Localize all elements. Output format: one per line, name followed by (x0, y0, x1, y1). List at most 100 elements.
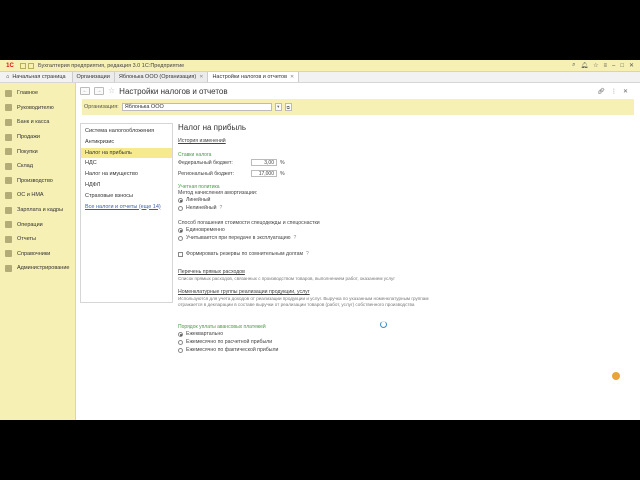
reserves-checkbox-row[interactable]: Формировать резервы по сомнительным долг… (178, 250, 309, 258)
people-icon (5, 206, 12, 214)
cart-icon (5, 148, 12, 156)
history-link[interactable]: История изменений (178, 138, 226, 144)
sidebar-item-bank[interactable]: Банк и касса (0, 115, 75, 130)
radio-quarterly[interactable]: Ежеквартально (178, 330, 223, 338)
sidebar-item-catalogs[interactable]: Справочники (0, 247, 75, 262)
close-tab-icon[interactable]: ✕ (199, 74, 203, 80)
open-icon[interactable]: ⧉ (284, 103, 292, 111)
radio-button[interactable] (178, 227, 183, 233)
sidebar-item-salary[interactable]: Зарплата и кадры (0, 203, 75, 218)
organization-bar: Организация: Яблонька ООО ▾ ⧉ (82, 99, 634, 115)
radio-monthly-fact[interactable]: Ежемесячно по фактической прибыли (178, 346, 278, 354)
radio-nonlinear[interactable]: Нелинейный ? (178, 204, 222, 212)
sidebar-item-assets[interactable]: ОС и НМА (0, 188, 75, 203)
warehouse-icon (5, 162, 12, 170)
radio-button[interactable] (178, 197, 183, 203)
menu-dots-icon[interactable]: ≡ (603, 63, 607, 69)
form-header: ← → ☆ Настройки налогов и отчетов 🔗︎ ⋮ ✕ (76, 83, 640, 99)
sidebar-item-manager[interactable]: Руководителю (0, 101, 75, 116)
menu-icon (5, 89, 12, 97)
percent-label: % (280, 159, 285, 166)
nomenclature-desc: Используются для учета доходов от реализ… (178, 296, 429, 308)
search-icon[interactable]: ⌕ (572, 62, 575, 69)
radio-button[interactable] (178, 331, 183, 337)
favorite-star-icon[interactable]: ☆ (108, 87, 115, 95)
direct-costs-desc: Список прямых расходов, связанных с прои… (178, 276, 395, 281)
radio-button[interactable] (178, 347, 183, 353)
window-title: Бухгалтерия предприятия, редакция 3.0 1С… (38, 62, 185, 69)
tab-home[interactable]: ⌂ Начальная страница (0, 72, 73, 82)
sales-icon (5, 133, 12, 141)
link-icon[interactable]: 🔗︎ (597, 88, 605, 95)
reserves-checkbox[interactable] (178, 251, 183, 257)
list-item-profit-tax[interactable]: Налог на прибыль (81, 147, 172, 159)
reports-icon (5, 235, 12, 243)
history-icon[interactable] (28, 62, 34, 69)
tab-tax-settings[interactable]: Настройки налогов и отчетов ✕ (208, 72, 300, 82)
sidebar: Главное Руководителю Банк и касса Продаж… (0, 83, 76, 420)
help-icon[interactable]: ? (220, 205, 223, 211)
direct-costs-link[interactable]: Перечень прямых расходов (178, 269, 245, 275)
close-icon[interactable]: ✕ (629, 62, 634, 69)
rates-heading: Ставки налога (178, 152, 212, 158)
maximize-icon[interactable]: □ (620, 63, 624, 69)
regional-rate-input[interactable]: 17,000 (251, 170, 277, 177)
sidebar-item-reports[interactable]: Отчеты (0, 232, 75, 247)
chart-icon (5, 104, 12, 112)
federal-rate-input[interactable]: 3,00 (251, 159, 277, 166)
radio-once[interactable]: Единовременно (178, 226, 225, 234)
help-icon[interactable]: ? (306, 251, 309, 257)
list-item-insurance[interactable]: Страховые взносы (81, 191, 172, 202)
list-item-tax-system[interactable]: Система налогообложения (81, 126, 172, 137)
organization-label: Организация: (84, 104, 119, 110)
back-button[interactable]: ← (80, 87, 90, 95)
percent-label: % (280, 170, 285, 177)
list-item-vat[interactable]: НДС (81, 158, 172, 169)
radio-linear[interactable]: Линейный (178, 196, 210, 204)
dropdown-icon[interactable]: ▾ (274, 103, 282, 111)
operations-icon (5, 221, 12, 229)
nomenclature-link[interactable]: Номенклатурные группы реализации продукц… (178, 289, 310, 295)
title-bar: 1С Бухгалтерия предприятия, редакция 3.0… (0, 60, 640, 72)
sidebar-item-purchases[interactable]: Покупки (0, 144, 75, 159)
all-taxes-link[interactable]: Все налоги и отчеты (еще 14) (81, 202, 172, 213)
radio-at-use[interactable]: Учитывается при передаче в эксплуатацию … (178, 234, 296, 242)
loading-spinner-icon (380, 321, 387, 328)
gear-icon (5, 177, 12, 185)
list-item-ndfl[interactable]: НДФЛ (81, 180, 172, 191)
list-item-anticrisis[interactable]: Антикризис (81, 137, 172, 148)
regional-label: Региональный бюджет: (178, 170, 234, 177)
forward-button[interactable]: → (94, 87, 104, 95)
tabs-bar: ⌂ Начальная страница Организации Яблоньк… (0, 72, 640, 83)
radio-button[interactable] (178, 205, 183, 211)
tab-organization-card[interactable]: Яблонька ООО (Организация) ✕ (114, 72, 209, 82)
radio-monthly-calc[interactable]: Ежемесячно по расчетной прибыли (178, 338, 272, 346)
watermark-logo-icon (589, 363, 635, 409)
content-area: ← → ☆ Настройки налогов и отчетов 🔗︎ ⋮ ✕… (76, 83, 640, 420)
home-icon: ⌂ (6, 74, 10, 80)
list-item-property-tax[interactable]: Налог на имущество (81, 169, 172, 180)
radio-button[interactable] (178, 235, 183, 241)
star-icon[interactable]: ☆ (593, 62, 598, 69)
menu-icon[interactable] (20, 62, 26, 69)
page-title: Настройки налогов и отчетов (119, 86, 228, 96)
1c-logo: 1С (6, 62, 14, 69)
help-icon[interactable]: ? (294, 235, 297, 241)
more-icon[interactable]: ⋮ (611, 88, 617, 95)
organization-input[interactable]: Яблонька ООО (121, 103, 272, 111)
close-icon[interactable]: ✕ (623, 88, 628, 95)
bell-icon[interactable]: 🔔︎ (580, 62, 588, 69)
book-icon (5, 250, 12, 258)
close-tab-icon[interactable]: ✕ (290, 74, 294, 80)
sidebar-item-operations[interactable]: Операции (0, 217, 75, 232)
sidebar-item-warehouse[interactable]: Склад (0, 159, 75, 174)
tab-organizations[interactable]: Организации (72, 72, 115, 82)
sidebar-item-sales[interactable]: Продажи (0, 130, 75, 145)
sidebar-item-main[interactable]: Главное (0, 86, 75, 101)
minimize-icon[interactable]: – (612, 63, 615, 69)
assets-icon (5, 191, 12, 199)
radio-button[interactable] (178, 339, 183, 345)
profit-tax-panel: Налог на прибыль История изменений Ставк… (178, 123, 633, 413)
sidebar-item-admin[interactable]: Администрирование (0, 261, 75, 276)
sidebar-item-production[interactable]: Производство (0, 174, 75, 189)
